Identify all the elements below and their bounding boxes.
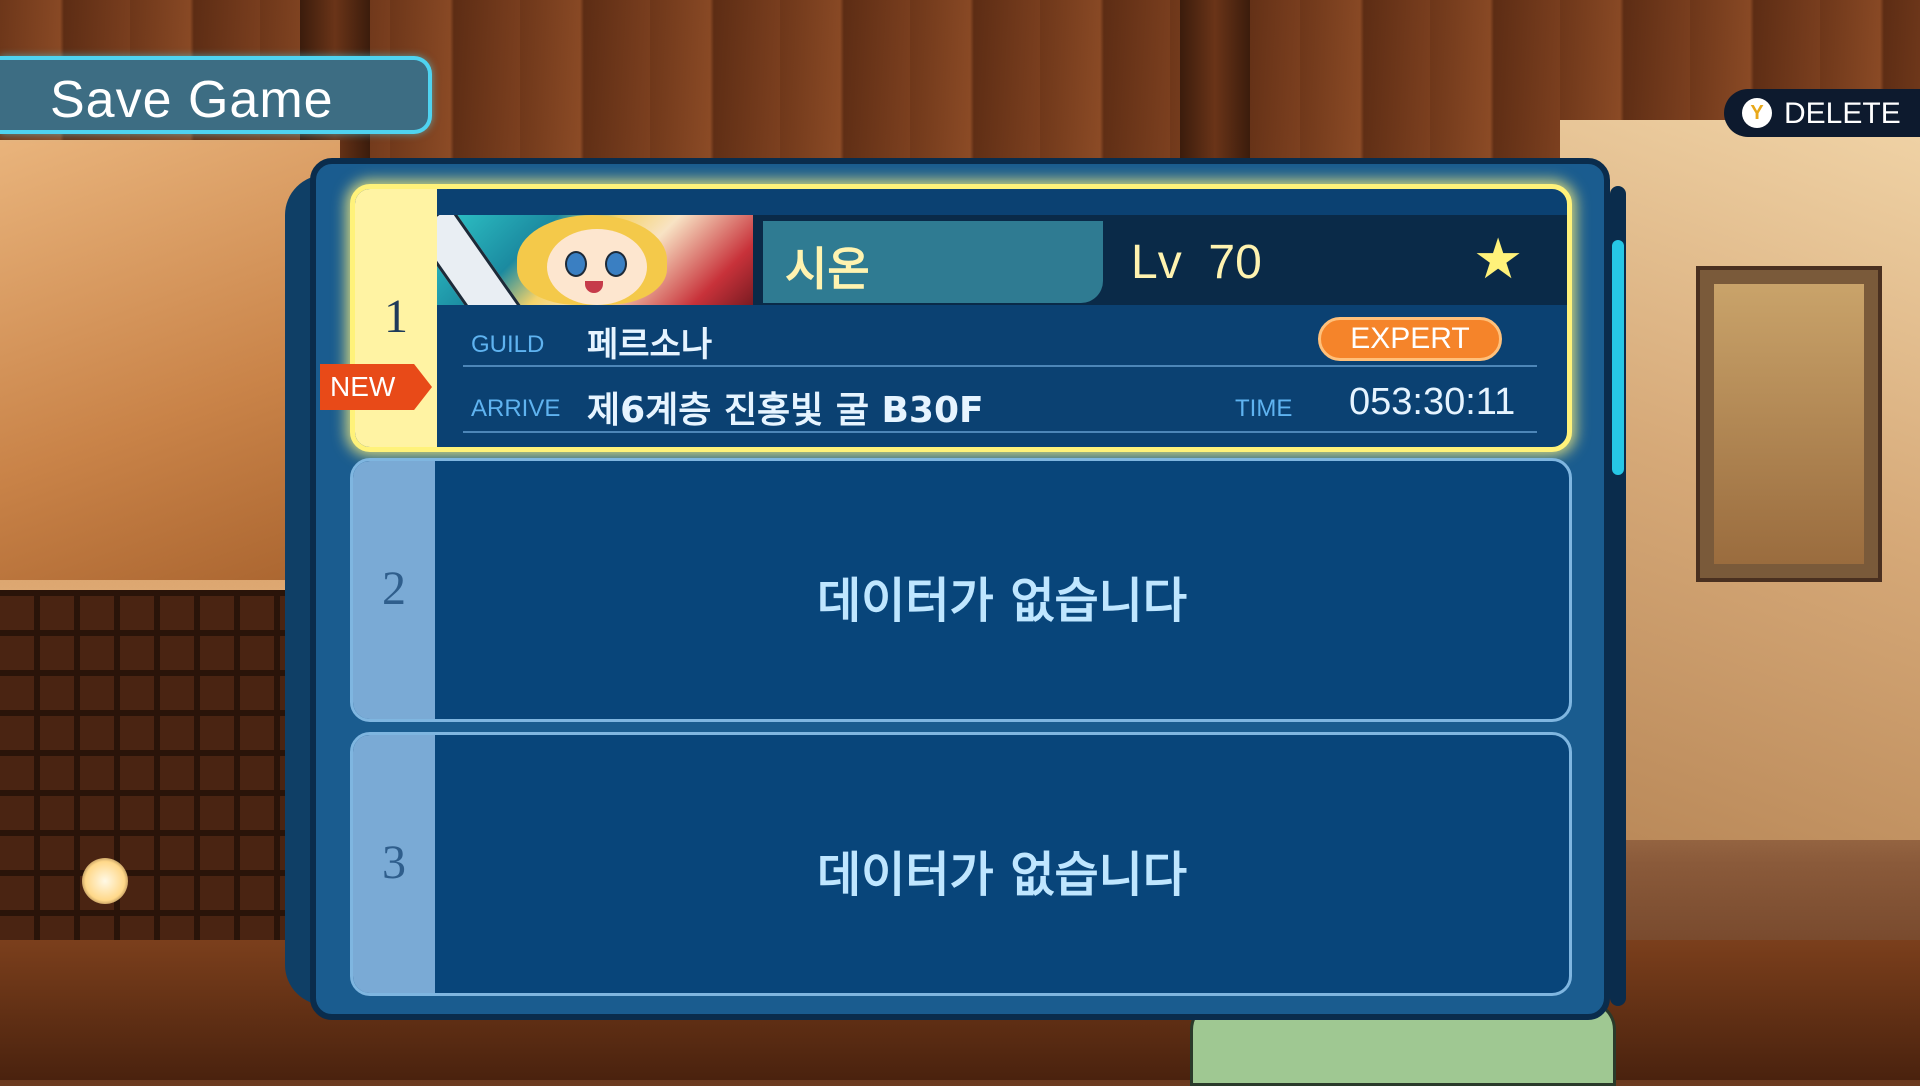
- guild-value: 페르소나: [587, 325, 713, 365]
- empty-slot-text: 데이터가 없습니다: [817, 847, 1187, 903]
- character-portrait: [437, 215, 753, 305]
- time-value: 053:30:11: [1349, 381, 1516, 423]
- arrive-value: 제6계층 진홍빛 굴 B30F: [587, 390, 984, 431]
- level-label: Lv: [1131, 236, 1182, 289]
- page-title-tab: Save Game: [0, 56, 432, 134]
- arrive-label: ARRIVE: [471, 395, 561, 422]
- new-badge: NEW: [320, 364, 432, 410]
- lamp-icon: [82, 858, 128, 904]
- slot-number: 3: [382, 836, 406, 889]
- shelf-background: [0, 590, 300, 950]
- character-name: 시온: [785, 242, 870, 296]
- difficulty-badge: EXPERT: [1318, 317, 1502, 361]
- scrollbar-thumb[interactable]: [1612, 240, 1624, 475]
- delete-button[interactable]: Y DELETE: [1724, 89, 1920, 137]
- page-title: Save Game: [50, 71, 334, 129]
- save-slot-2[interactable]: 2 데이터가 없습니다: [350, 458, 1572, 722]
- star-icon: ★: [1473, 227, 1524, 292]
- slot-number: 1: [384, 290, 408, 343]
- painting-frame-decoration: [1700, 270, 1878, 578]
- guild-label: GUILD: [471, 331, 545, 358]
- level-value: 70: [1208, 236, 1262, 289]
- time-label: TIME: [1235, 395, 1293, 422]
- divider: [463, 365, 1537, 367]
- save-slot-3[interactable]: 3 데이터가 없습니다: [350, 732, 1572, 996]
- empty-slot-text: 데이터가 없습니다: [817, 573, 1187, 629]
- slot-number: 2: [382, 562, 406, 615]
- save-slot-1[interactable]: 1 시온 Lv 70 ★ GUILD 페르소나 EXPERT ARRIVE 제6…: [350, 184, 1572, 452]
- ceiling-beam: [1180, 0, 1250, 170]
- level-display: Lv 70: [1131, 235, 1262, 290]
- y-button-icon: Y: [1742, 98, 1772, 128]
- divider: [463, 431, 1537, 433]
- delete-label: DELETE: [1784, 97, 1901, 130]
